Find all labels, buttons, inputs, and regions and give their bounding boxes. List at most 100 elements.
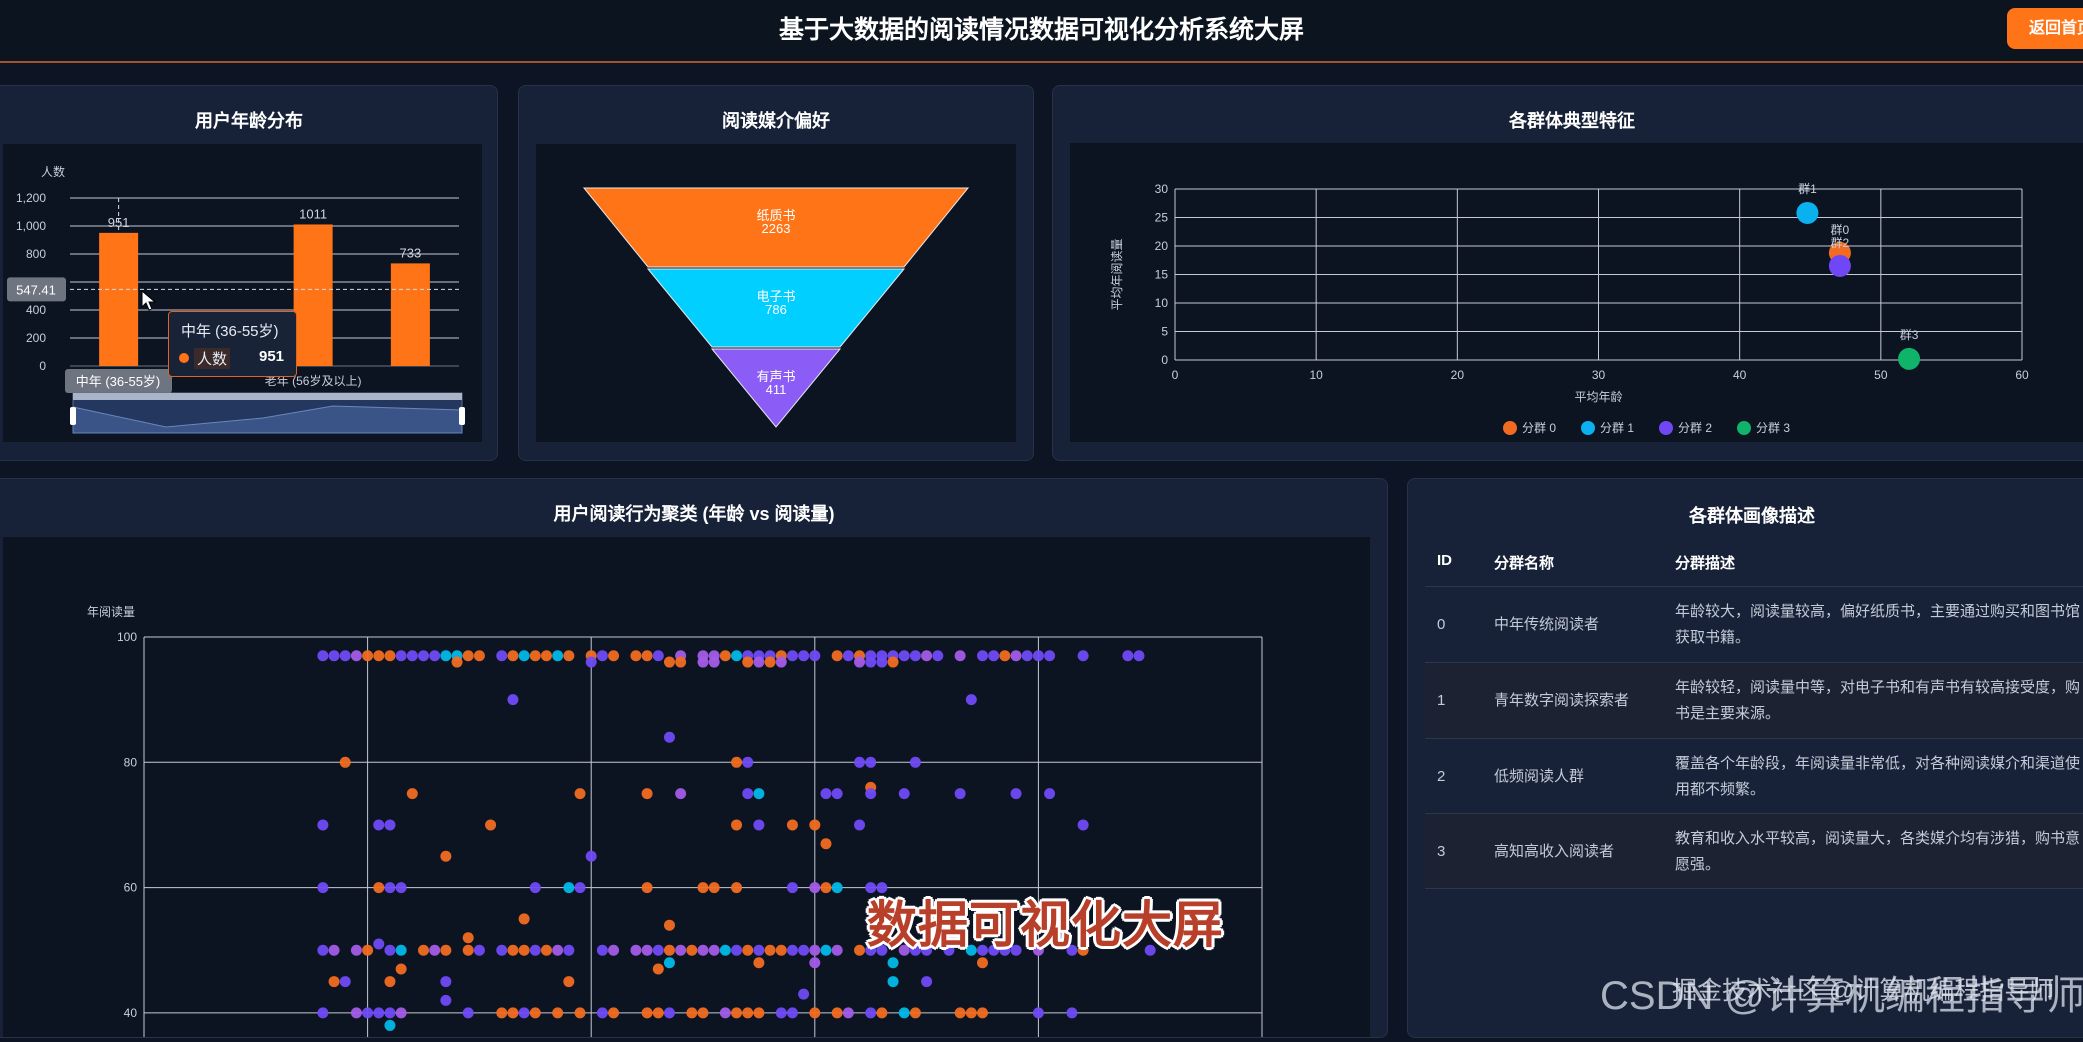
- data-point: [876, 657, 887, 668]
- data-point: [820, 788, 831, 799]
- data-point: [485, 819, 496, 830]
- data-point: [1078, 650, 1089, 661]
- data-point: [317, 819, 328, 830]
- data-point: [742, 757, 753, 768]
- data-point: [966, 694, 977, 705]
- y-tick-label: 0: [39, 359, 46, 373]
- table-row: 0 中年传统阅读者 年龄较大，阅读量较高，偏好纸质书，主要通过购买和图书馆获取书…: [1425, 586, 2083, 662]
- data-point: [396, 1007, 407, 1018]
- data-point: [675, 657, 686, 668]
- data-point: [709, 945, 720, 956]
- data-point: [474, 650, 485, 661]
- column-header-id: ID: [1437, 552, 1452, 569]
- data-point: [888, 976, 899, 987]
- data-point: [329, 650, 340, 661]
- data-point: [507, 650, 518, 661]
- data-point: [396, 882, 407, 893]
- bar: [99, 233, 138, 366]
- data-point: [955, 788, 966, 799]
- data-point: [563, 650, 574, 661]
- data-point: [507, 945, 518, 956]
- row-id: 2: [1437, 764, 1445, 790]
- data-point: [698, 945, 709, 956]
- data-point: [888, 657, 899, 668]
- data-point: [899, 650, 910, 661]
- data-zoom-move-bar[interactable]: [73, 393, 462, 400]
- data-point: [999, 650, 1010, 661]
- data-point: [832, 882, 843, 893]
- data-point: [888, 957, 899, 968]
- data-point: [1011, 650, 1022, 661]
- point-label: 群0: [1831, 223, 1850, 237]
- legend-label[interactable]: 分群 3: [1756, 421, 1790, 435]
- point-label: 群3: [1900, 328, 1919, 342]
- media-chart-area: 纸质书2263电子书786有声书411: [536, 144, 1016, 442]
- data-point: [452, 657, 463, 668]
- y-tick-label: 30: [1155, 182, 1169, 196]
- row-description: 教育和收入水平较高，阅读量大，各类媒介均有涉猎，购书意愿强。: [1675, 826, 2080, 878]
- row-id: 1: [1437, 688, 1445, 714]
- data-point: [351, 650, 362, 661]
- data-point: [675, 945, 686, 956]
- data-point: [530, 882, 541, 893]
- data-point: [686, 1007, 697, 1018]
- data-point: [1033, 1007, 1044, 1018]
- row-name: 青年数字阅读探索者: [1494, 688, 1629, 714]
- data-point: [731, 882, 742, 893]
- x-tick-label: 60: [2015, 368, 2029, 382]
- data-point: [809, 957, 820, 968]
- legend-label[interactable]: 分群 2: [1678, 421, 1712, 435]
- data-zoom-right-handle[interactable]: [459, 407, 465, 425]
- data-point: [440, 976, 451, 987]
- data-point: [787, 882, 798, 893]
- bar-data-label: 733: [400, 245, 422, 260]
- data-point: [865, 657, 876, 668]
- data-point: [742, 1007, 753, 1018]
- data-point: [809, 1007, 820, 1018]
- data-point: [753, 1007, 764, 1018]
- data-point: [317, 1007, 328, 1018]
- cluster-features-title: 各群体典型特征: [1052, 107, 2083, 133]
- data-point: [854, 819, 865, 830]
- x-tick-label: 40: [1733, 368, 1747, 382]
- row-name: 高知高收入阅读者: [1494, 839, 1614, 865]
- data-point: [1033, 650, 1044, 661]
- y-axis-title: 人数: [41, 164, 65, 179]
- data-point: [865, 1007, 876, 1018]
- data-point: [373, 882, 384, 893]
- back-home-button[interactable]: 返回首页: [2007, 8, 2083, 49]
- data-point: [753, 788, 764, 799]
- data-point: [809, 945, 820, 956]
- data-point: [552, 650, 563, 661]
- data-zoom-left-handle[interactable]: [70, 407, 76, 425]
- y-tick-label: 80: [124, 755, 138, 769]
- data-point: [977, 650, 988, 661]
- data-point: [396, 964, 407, 975]
- legend-label[interactable]: 分群 0: [1522, 421, 1556, 435]
- data-point: [843, 650, 854, 661]
- table-row: 1 青年数字阅读探索者 年龄较轻，阅读量中等，对电子书和有声书有较高接受度，购书…: [1425, 662, 2083, 738]
- data-point: [921, 650, 932, 661]
- data-point: [977, 957, 988, 968]
- data-point: [809, 650, 820, 661]
- data-point: [731, 819, 742, 830]
- data-point: [351, 1007, 362, 1018]
- data-point: [765, 945, 776, 956]
- row-id: 3: [1437, 839, 1445, 865]
- data-point: [653, 945, 664, 956]
- data-point: [384, 1007, 395, 1018]
- data-point: [384, 945, 395, 956]
- data-point: [384, 819, 395, 830]
- data-point: [463, 945, 474, 956]
- y-tick-label: 10: [1155, 296, 1169, 310]
- data-point: [1066, 1007, 1077, 1018]
- data-point: [720, 945, 731, 956]
- legend-label[interactable]: 分群 1: [1600, 421, 1634, 435]
- data-point: [820, 882, 831, 893]
- data-point: [1122, 650, 1133, 661]
- y-tick-label: 25: [1155, 211, 1169, 225]
- data-point: [787, 1007, 798, 1018]
- data-point: [664, 732, 675, 743]
- y-tick-label: 1,200: [16, 191, 46, 205]
- data-point: [1022, 650, 1033, 661]
